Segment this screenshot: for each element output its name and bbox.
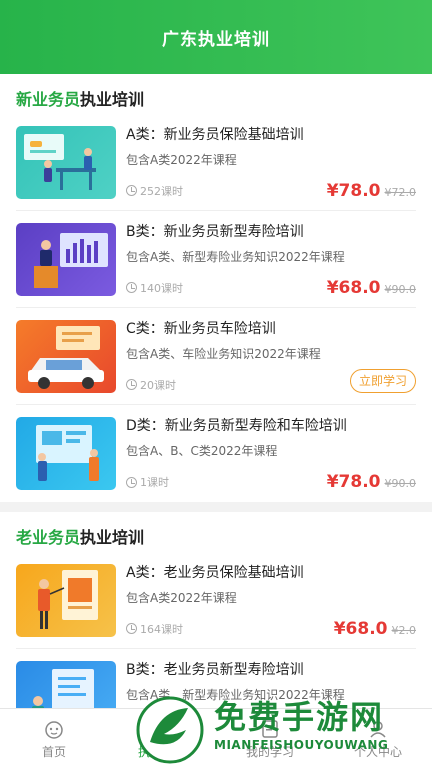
course-thumbnail [16,222,116,296]
course-title: C类：新业务员车险培训 [126,320,276,337]
tab-label: 执业培训 [137,744,186,759]
price-group: ¥68.0 ¥2.0 [334,619,416,639]
course-description: 包含A类2022年课程 [126,152,237,167]
tab-training[interactable]: 执业培训 [108,709,216,768]
clock-icon [126,185,137,196]
price-group: ¥78.0 ¥72.0 [327,181,416,201]
course-thumbnail [16,319,116,393]
course-title: B类：老业务员新型寿险培训 [126,662,304,678]
start-study-button[interactable]: 立即学习 [349,368,416,393]
course-description: 包含A、B、C类2022年课程 [126,444,278,458]
course-thumbnail [16,661,116,708]
course-hours: 140课时 [126,280,183,296]
course-description: 包含A类、新型寿险业务知识2022年课程 [126,249,345,264]
course-hours-text: 252课时 [140,184,183,198]
course-item[interactable]: D类：新业务员新型寿险和车险培训 包含A、B、C类2022年课程 1课时 ¥78… [16,405,416,502]
course-hours-text: 20课时 [140,378,176,392]
study-icon [262,719,278,738]
course-title: A类：老业务员保险基础培训 [126,564,304,581]
course-thumbnail [16,125,116,199]
tab-label: 我的学习 [245,744,294,759]
training-icon [154,721,170,736]
tab-label: 首页 [41,744,66,759]
course-description: 包含A类2022年课程 [126,590,237,605]
course-hours: 1课时 [126,474,169,490]
tab-my-study[interactable]: 我的学习 [216,709,324,768]
course-item[interactable]: C类：新业务员车险培训 包含A类、车险业务知识2022年课程 20课时 立即学习 [16,308,416,405]
course-thumbnail [16,563,116,637]
clock-icon [126,282,137,293]
course-price: ¥68.0 [333,618,388,639]
course-item[interactable]: A类：新业务员保险基础培训 包含A类2022年课程 252课时 ¥78.0 ¥7… [16,114,416,211]
course-hours: 164课时 [126,621,183,637]
section-title-rest: 执业培训 [80,90,145,109]
top-bar: 广东执业培训 [0,0,432,74]
bottom-tab-bar: 首页 执业培训 我的学习 个人中心 [0,708,432,768]
course-price: ¥78.0 [326,180,381,201]
course-hours-text: 1课时 [140,476,169,489]
section-title-highlight: 老业务员 [16,528,81,547]
course-title: A类：新业务员保险基础培训 [126,126,304,143]
course-hours-text: 140课时 [140,281,183,295]
price-group: ¥68.0 ¥90.0 [327,278,416,298]
clock-icon [126,476,137,488]
course-hours-text: 164课时 [140,622,183,636]
section-title: 新业务员 执业培训 [16,74,416,114]
price-group: ¥78.0 ¥90.0 [327,472,416,492]
course-price: ¥78.0 [326,472,381,492]
course-item[interactable]: B类：老业务员新型寿险培训 包含A类、新型寿险业务知识2022年课程 [16,649,416,708]
course-title: D类：新业务员新型寿险和车险培训 [126,418,347,434]
course-item[interactable]: B类：新业务员新型寿险培训 包含A类、新型寿险业务知识2022年课程 140课时… [16,211,416,308]
tab-label: 个人中心 [353,744,402,759]
section-title-rest: 执业培训 [80,528,145,547]
course-original-price: ¥72.0 [384,185,417,199]
course-list-scroll[interactable]: 新业务员 执业培训 A类：新业务员保险基础培训 包含A类2022年课程 252课… [0,74,432,708]
clock-icon [126,379,137,390]
course-hours: 20课时 [126,377,176,393]
course-price: ¥68.0 [326,277,381,298]
section-veteran-agents: 老业务员 执业培训 A类：老业务员保险基础培训 包含A类2022年课程 164课… [0,512,432,708]
page-title: 广东执业培训 [162,29,270,50]
section-title-highlight: 新业务员 [16,90,81,109]
course-original-price: ¥90.0 [384,477,417,490]
user-icon [370,720,386,738]
course-original-price: ¥2.0 [391,623,417,637]
tab-profile[interactable]: 个人中心 [324,709,432,768]
tab-home[interactable]: 首页 [0,709,108,768]
course-thumbnail [16,417,116,490]
course-title: B类：新业务员新型寿险培训 [126,223,304,240]
course-hours: 252课时 [126,183,183,199]
section-new-agents: 新业务员 执业培训 A类：新业务员保险基础培训 包含A类2022年课程 252课… [0,74,432,502]
course-description: 包含A类、车险业务知识2022年课程 [126,346,321,361]
clock-icon [126,623,137,634]
course-item[interactable]: A类：老业务员保险基础培训 包含A类2022年课程 164课时 ¥68.0 ¥2… [16,552,416,649]
course-description: 包含A类、新型寿险业务知识2022年课程 [126,688,345,702]
home-icon [45,720,63,739]
section-title: 老业务员 执业培训 [16,512,416,552]
course-original-price: ¥90.0 [384,282,417,296]
